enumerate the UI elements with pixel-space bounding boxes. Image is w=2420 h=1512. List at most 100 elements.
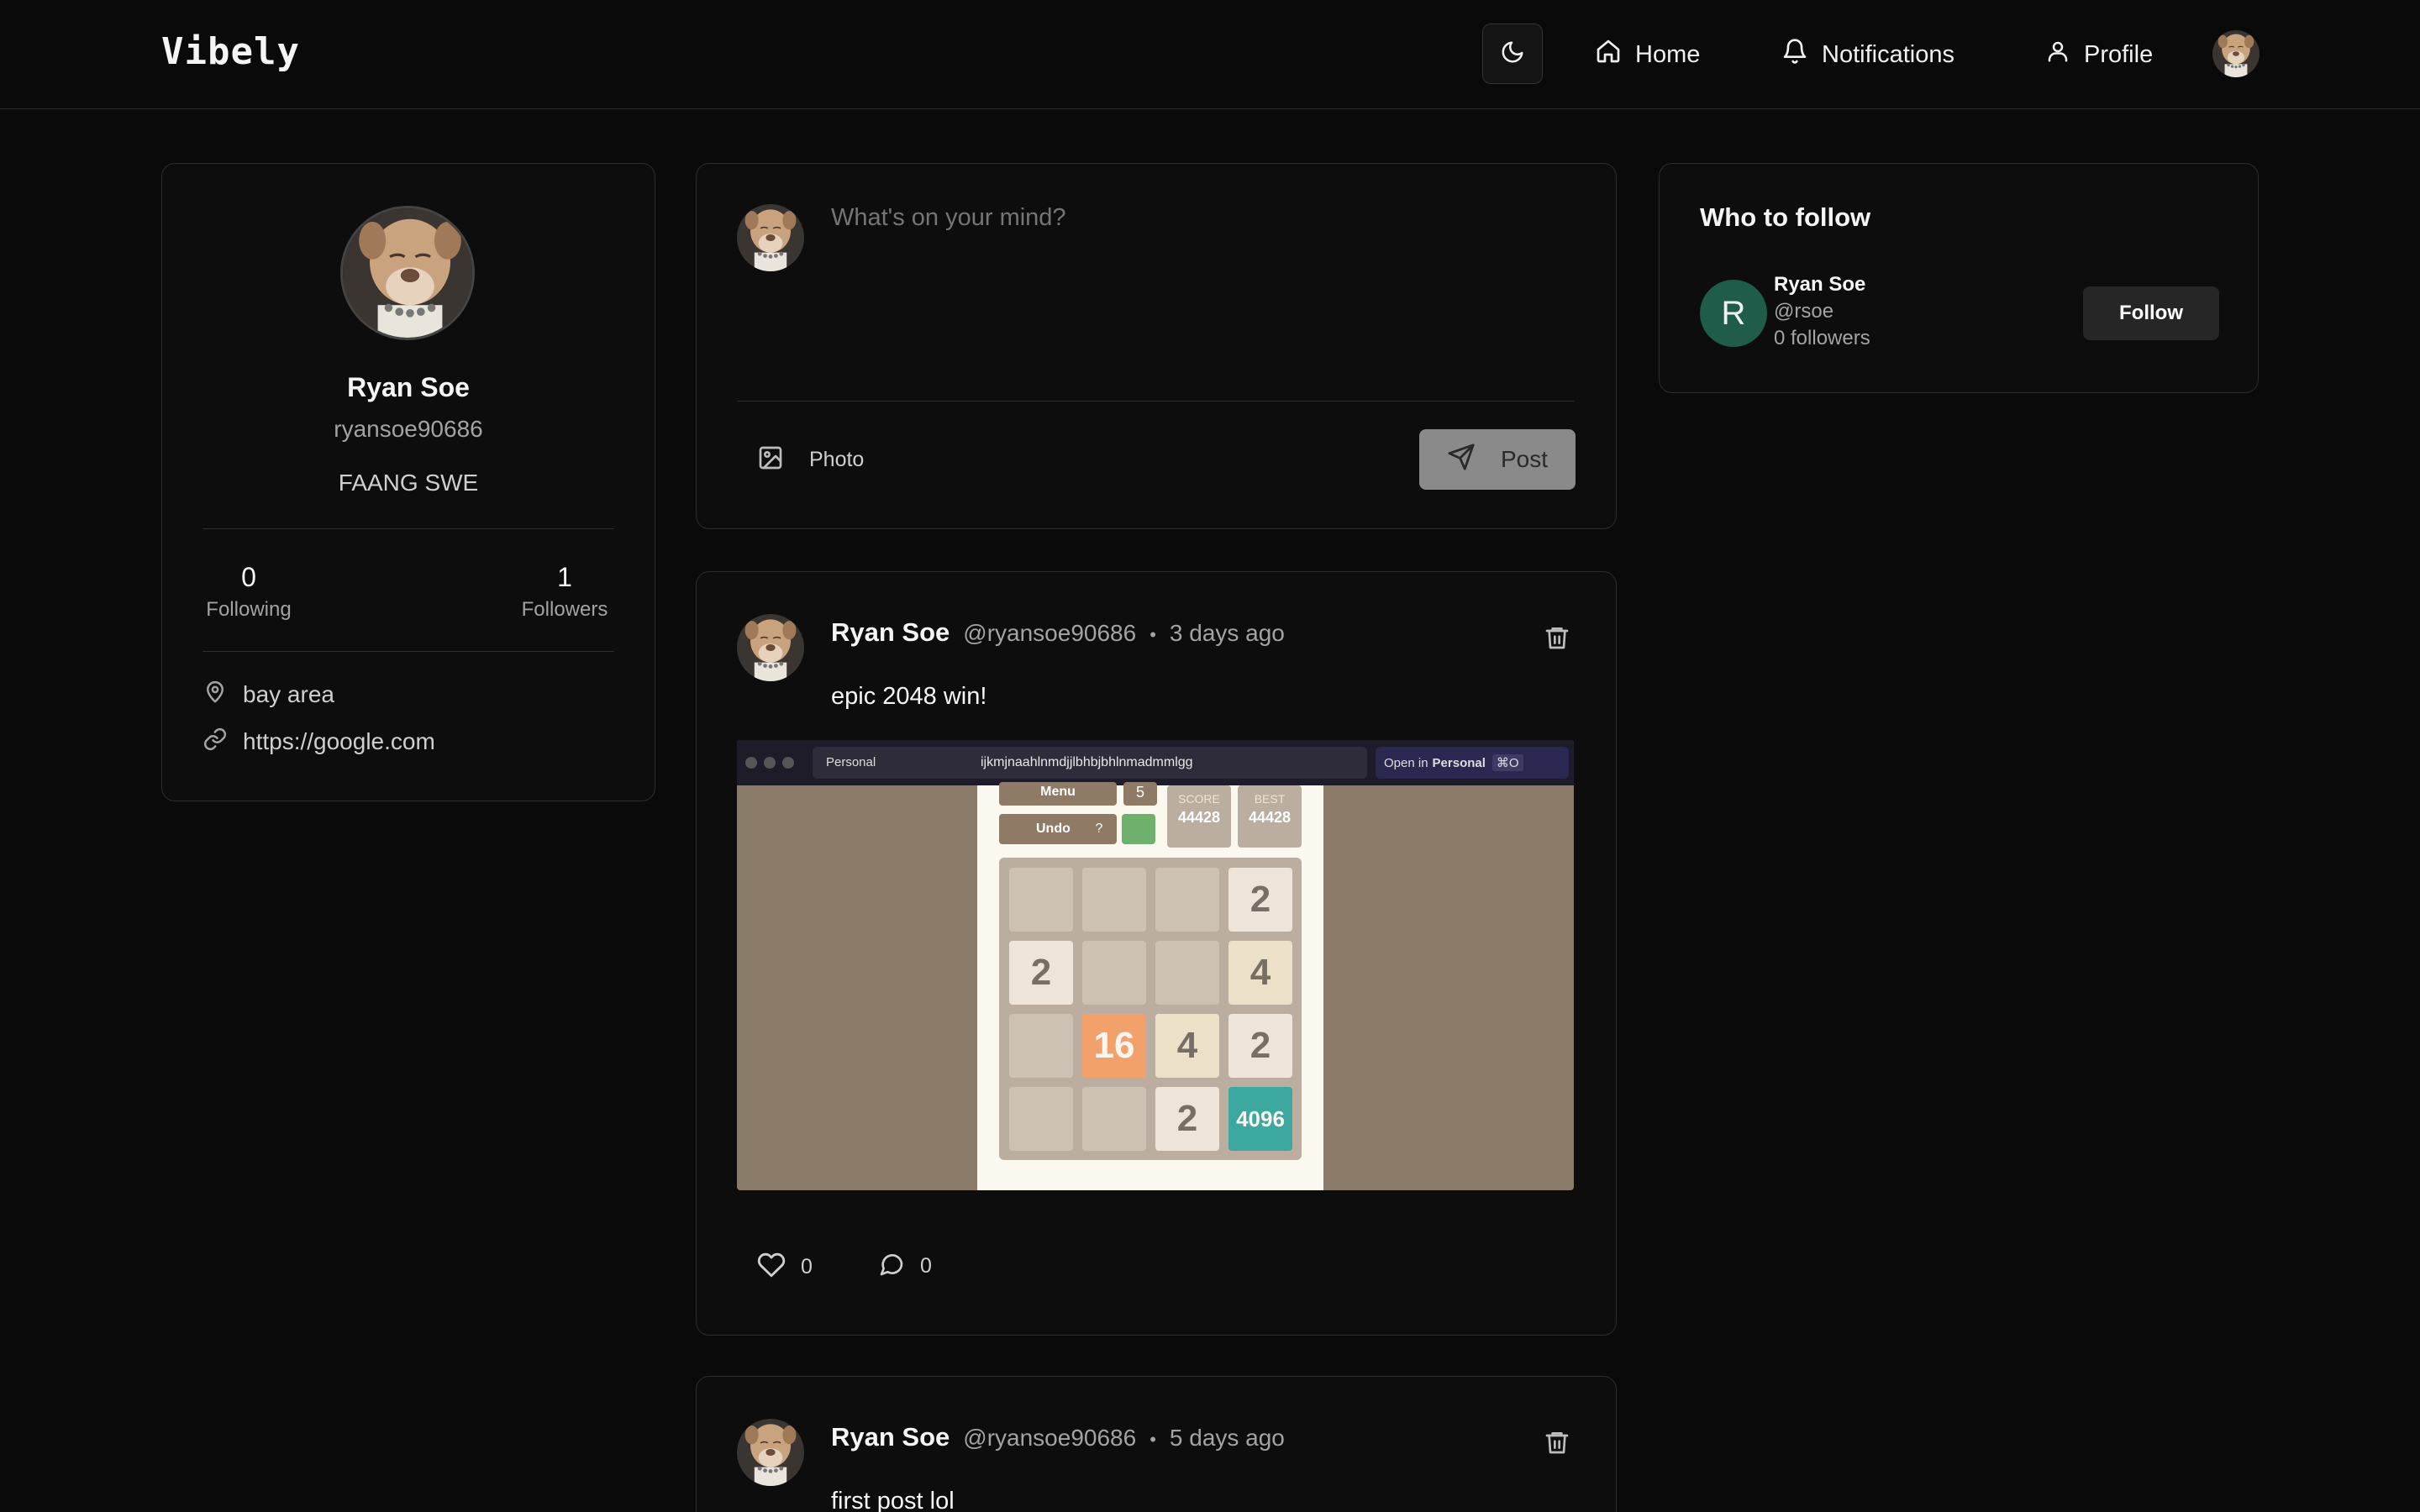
game-tile bbox=[1082, 868, 1146, 932]
game-tile bbox=[1155, 941, 1219, 1005]
divider bbox=[203, 651, 614, 652]
best-label: BEST bbox=[1254, 792, 1286, 806]
post-avatar[interactable] bbox=[737, 1419, 804, 1486]
nav-notifications-label: Notifications bbox=[1822, 40, 1954, 68]
nav-notifications[interactable]: Notifications bbox=[1781, 34, 1954, 76]
profile-chip: Personal bbox=[826, 755, 876, 769]
help-button: ? bbox=[1081, 814, 1117, 844]
open-in-prefix: Open in bbox=[1384, 755, 1428, 770]
nav-home[interactable]: Home bbox=[1595, 34, 1700, 76]
game-tile: 4 bbox=[1228, 941, 1292, 1005]
composer-avatar bbox=[737, 204, 804, 271]
post-avatar[interactable] bbox=[737, 614, 804, 681]
post-button[interactable]: Post bbox=[1419, 429, 1576, 490]
profile-website[interactable]: https://google.com bbox=[203, 727, 435, 756]
suggested-user-followers: 0 followers bbox=[1774, 327, 1870, 349]
post-time: 5 days ago bbox=[1169, 1425, 1285, 1451]
game-tile bbox=[1009, 1087, 1073, 1151]
browser-bar: Personal ijkmjnaahlnmdjjlbhbjbhlnmadmmlg… bbox=[737, 740, 1574, 785]
game-tile bbox=[1155, 868, 1219, 932]
nav-home-label: Home bbox=[1635, 40, 1701, 68]
shortcut-badge: ⌘O bbox=[1491, 754, 1523, 771]
post-handle: @ryansoe90686 bbox=[963, 1425, 1137, 1451]
post-card: Ryan Soe @ryansoe90686 • 3 days ago epic… bbox=[696, 571, 1617, 1336]
address-text: ijkmjnaahlnmdjjlbhbjbhlnmadmmlgg bbox=[981, 755, 1193, 769]
post-text: first post lol bbox=[831, 1488, 955, 1512]
followers-count: 1 bbox=[557, 562, 572, 592]
best-box: BEST 44428 bbox=[1238, 785, 1302, 848]
nav-profile[interactable]: Profile bbox=[2045, 34, 2153, 76]
following-stat[interactable]: 0 Following bbox=[203, 562, 295, 622]
follow-button[interactable]: Follow bbox=[2083, 286, 2219, 340]
composer-input[interactable] bbox=[831, 204, 1570, 355]
trash-icon bbox=[1544, 1432, 1570, 1459]
open-in-target: Personal bbox=[1432, 755, 1486, 770]
game-tile bbox=[1082, 941, 1146, 1005]
comment-icon bbox=[878, 1251, 905, 1282]
game-tile: 4 bbox=[1155, 1014, 1219, 1078]
like-button[interactable]: 0 bbox=[757, 1251, 813, 1284]
comment-count: 0 bbox=[920, 1254, 932, 1278]
open-in-chip: Open in Personal ⌘O bbox=[1376, 747, 1569, 779]
following-count: 0 bbox=[241, 562, 256, 592]
who-to-follow-card: Who to follow R Ryan Soe @rsoe 0 followe… bbox=[1659, 163, 2259, 393]
heart-icon bbox=[757, 1251, 786, 1284]
profile-bio: FAANG SWE bbox=[338, 470, 479, 496]
moves-counter: 5 bbox=[1123, 782, 1157, 806]
theme-toggle-button[interactable] bbox=[1482, 24, 1543, 84]
post-time: 3 days ago bbox=[1169, 620, 1285, 646]
website-link[interactable]: https://google.com bbox=[243, 728, 435, 755]
suggested-user-handle: @rsoe bbox=[1774, 300, 1834, 323]
suggested-user-avatar[interactable]: R bbox=[1700, 280, 1767, 347]
home-icon bbox=[1595, 38, 1635, 71]
like-count: 0 bbox=[801, 1255, 813, 1278]
address-bar: Personal ijkmjnaahlnmdjjlbhbjbhlnmadmmlg… bbox=[813, 747, 1367, 779]
window-dot bbox=[764, 757, 776, 769]
meta-separator: • bbox=[1150, 624, 1156, 645]
best-value: 44428 bbox=[1248, 809, 1292, 826]
game-tile bbox=[1082, 1087, 1146, 1151]
link-icon bbox=[203, 727, 228, 756]
game-tile: 4096 bbox=[1228, 1087, 1292, 1151]
profile-avatar bbox=[340, 206, 475, 340]
suggested-user-name[interactable]: Ryan Soe bbox=[1774, 273, 1865, 297]
followers-label: Followers bbox=[521, 598, 608, 621]
score-box: SCORE 44428 bbox=[1167, 785, 1231, 848]
following-label: Following bbox=[206, 598, 292, 621]
post-composer: Photo Post bbox=[696, 163, 1617, 529]
post-meta: Ryan Soe @ryansoe90686 • 5 days ago bbox=[831, 1422, 1285, 1452]
header-avatar[interactable] bbox=[2212, 30, 2260, 77]
profile-username: ryansoe90686 bbox=[334, 416, 483, 442]
game-tile: 2 bbox=[1155, 1087, 1219, 1151]
comment-button[interactable]: 0 bbox=[878, 1251, 932, 1282]
nav-profile-label: Profile bbox=[2084, 40, 2154, 68]
post-author[interactable]: Ryan Soe bbox=[831, 1422, 950, 1452]
game-tile: 2 bbox=[1009, 941, 1073, 1005]
send-icon bbox=[1447, 443, 1476, 477]
post-author[interactable]: Ryan Soe bbox=[831, 617, 950, 648]
menu-button: Menu bbox=[999, 782, 1117, 806]
delete-post-button[interactable] bbox=[1544, 624, 1570, 655]
game-panel: Menu 5 SCORE 44428 BEST 44428 Undo ? 224… bbox=[977, 782, 1323, 1190]
top-nav-bar: Vibely Home Notifications Profile bbox=[0, 0, 2420, 109]
delete-post-button[interactable] bbox=[1544, 1429, 1570, 1460]
followers-stat[interactable]: 1 Followers bbox=[515, 562, 614, 622]
user-icon bbox=[2045, 39, 2084, 71]
photo-label: Photo bbox=[809, 448, 865, 471]
score-value: 44428 bbox=[1177, 809, 1221, 826]
add-photo-button[interactable]: Photo bbox=[757, 444, 864, 475]
divider bbox=[203, 528, 614, 529]
app-logo[interactable]: Vibely bbox=[161, 30, 300, 73]
game-board: 2 2 4 16 4 2 2 4096 bbox=[999, 858, 1302, 1160]
who-to-follow-title: Who to follow bbox=[1700, 202, 1871, 232]
profile-name: Ryan Soe bbox=[347, 372, 470, 402]
window-dot bbox=[782, 757, 794, 769]
post-meta: Ryan Soe @ryansoe90686 • 3 days ago bbox=[831, 617, 1285, 648]
bell-icon bbox=[1781, 38, 1822, 71]
meta-separator: • bbox=[1150, 1429, 1156, 1450]
post-image[interactable]: Personal ijkmjnaahlnmdjjlbhbjbhlnmadmmlg… bbox=[737, 740, 1574, 1190]
profile-card: Ryan Soe ryansoe90686 FAANG SWE 0 Follow… bbox=[161, 163, 655, 801]
cart-button bbox=[1122, 814, 1155, 844]
location-text: bay area bbox=[243, 680, 334, 707]
trash-icon bbox=[1544, 627, 1570, 654]
